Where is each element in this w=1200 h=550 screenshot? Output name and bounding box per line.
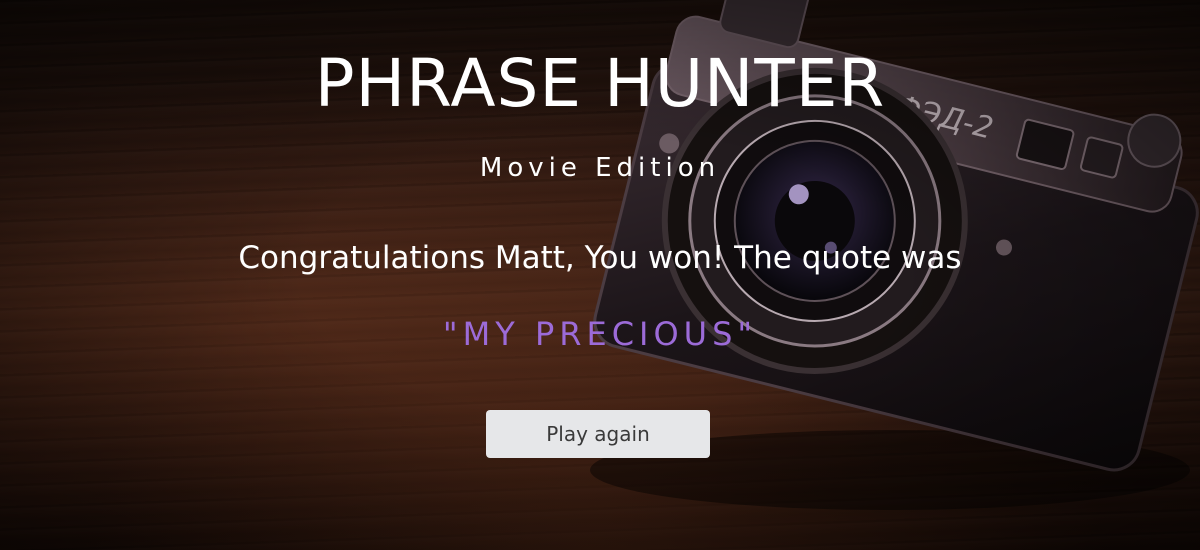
page-title: PHRASE HUNTER (314, 45, 886, 122)
play-again-button[interactable]: Play again (486, 410, 710, 458)
win-message: Congratulations Matt, You won! The quote… (238, 240, 962, 276)
page-subtitle: Movie Edition (479, 153, 721, 183)
game-over-screen: PHRASE HUNTER Movie Edition Congratulati… (0, 0, 1200, 550)
revealed-quote: "MY PRECIOUS" (442, 315, 758, 353)
